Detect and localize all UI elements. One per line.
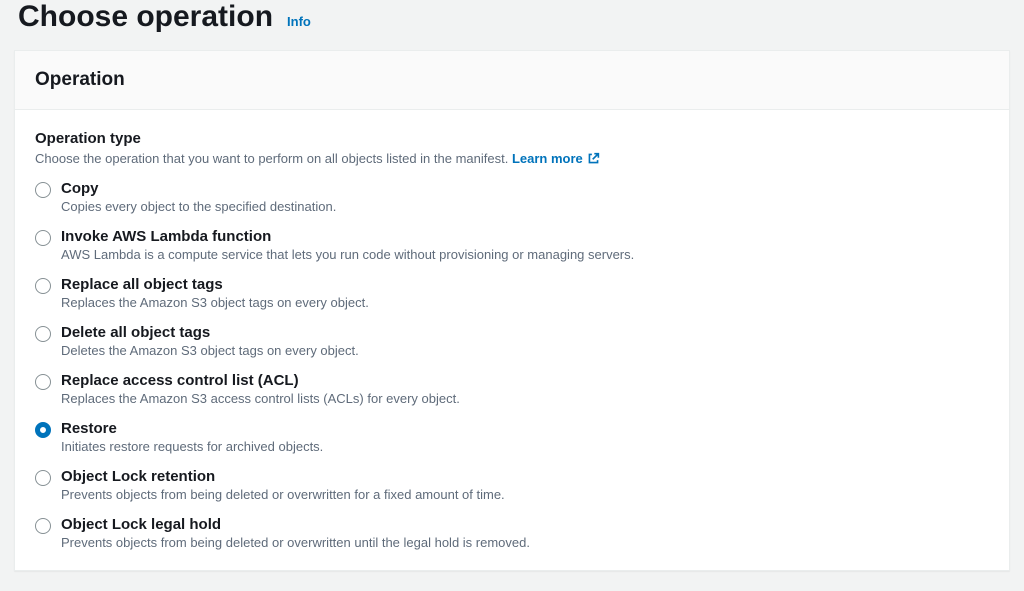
external-link-icon [587,152,600,165]
radio-circle[interactable] [35,518,51,534]
radio-label: Delete all object tags [61,324,359,341]
radio-description: AWS Lambda is a compute service that let… [61,247,634,262]
learn-more-link[interactable]: Learn more [512,151,600,166]
radio-option[interactable]: Delete all object tags Deletes the Amazon… [35,324,989,358]
radio-option[interactable]: Replace all object tags Replaces the Amaz… [35,276,989,310]
radio-text: Copy Copies every object to the specified… [61,180,336,214]
section-label: Operation type [35,130,989,147]
radio-text: Invoke AWS Lambda function AWS Lambda is … [61,228,634,262]
radio-description: Copies every object to the specified des… [61,199,336,214]
panel-body: Operation type Choose the operation that… [15,110,1009,570]
radio-label: Object Lock retention [61,468,505,485]
radio-circle[interactable] [35,278,51,294]
radio-text: Restore Initiates restore requests for ar… [61,420,323,454]
page-title: Choose operation [18,0,273,34]
learn-more-text: Learn more [512,151,583,166]
panel-header: Operation [15,51,1009,110]
radio-option[interactable]: Object Lock retention Prevents objects fr… [35,468,989,502]
radio-circle[interactable] [35,182,51,198]
radio-text: Object Lock legal hold Prevents objects f… [61,516,530,550]
radio-label: Replace access control list (ACL) [61,372,460,389]
radio-text: Replace access control list (ACL) Replace… [61,372,460,406]
section-help: Choose the operation that you want to pe… [35,151,989,166]
radio-text: Replace all object tags Replaces the Amaz… [61,276,369,310]
radio-circle[interactable] [35,470,51,486]
radio-circle[interactable] [35,230,51,246]
radio-label: Invoke AWS Lambda function [61,228,634,245]
radio-option[interactable]: Invoke AWS Lambda function AWS Lambda is … [35,228,989,262]
operation-type-radio-group: Copy Copies every object to the specified… [35,180,989,550]
radio-text: Object Lock retention Prevents objects fr… [61,468,505,502]
radio-text: Delete all object tags Deletes the Amazon… [61,324,359,358]
radio-circle[interactable] [35,374,51,390]
radio-option[interactable]: Replace access control list (ACL) Replace… [35,372,989,406]
radio-label: Object Lock legal hold [61,516,530,533]
operation-panel: Operation Operation type Choose the oper… [14,50,1010,571]
radio-option[interactable]: Copy Copies every object to the specified… [35,180,989,214]
radio-description: Replaces the Amazon S3 object tags on ev… [61,295,369,310]
radio-description: Replaces the Amazon S3 access control li… [61,391,460,406]
radio-description: Prevents objects from being deleted or o… [61,487,505,502]
section-help-text: Choose the operation that you want to pe… [35,151,508,166]
radio-description: Initiates restore requests for archived … [61,439,323,454]
page-header: Choose operation Info [14,0,1010,50]
radio-description: Prevents objects from being deleted or o… [61,535,530,550]
panel-header-title: Operation [35,69,989,91]
radio-circle[interactable] [35,422,51,438]
radio-label: Copy [61,180,336,197]
radio-label: Replace all object tags [61,276,369,293]
radio-option[interactable]: Object Lock legal hold Prevents objects f… [35,516,989,550]
info-link[interactable]: Info [287,14,311,29]
radio-option[interactable]: Restore Initiates restore requests for ar… [35,420,989,454]
radio-circle[interactable] [35,326,51,342]
radio-description: Deletes the Amazon S3 object tags on eve… [61,343,359,358]
radio-label: Restore [61,420,323,437]
